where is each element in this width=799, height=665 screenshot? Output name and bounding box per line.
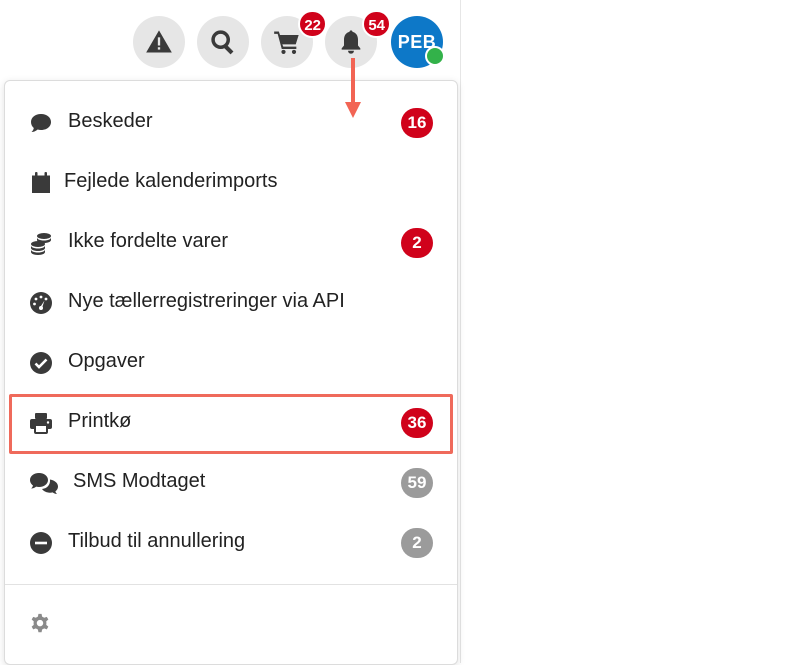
- warning-triangle-icon: [146, 30, 172, 53]
- search-icon: [211, 30, 234, 55]
- online-status-dot: [425, 46, 445, 66]
- menu-divider: [5, 584, 457, 585]
- gear-icon: [31, 613, 49, 633]
- menu-item-label: SMS Modtaget: [73, 470, 206, 492]
- menu-item-opgaver[interactable]: Opgaver: [5, 333, 457, 393]
- menu-item-label: Ikke fordelte varer: [68, 230, 229, 252]
- notifications-dropdown: Beskeder 16 Fejlede kalenderimports Ikke…: [4, 80, 458, 665]
- menu-item-label: Tilbud til annullering: [68, 530, 246, 552]
- bell-icon: [341, 30, 361, 54]
- notifications-count-badge: 54: [362, 10, 391, 38]
- menu-item-sms-modtaget[interactable]: SMS Modtaget 59: [5, 453, 457, 513]
- annotation-arrow-icon: [345, 58, 361, 118]
- gauge-icon: [29, 291, 53, 315]
- cart-count-badge: 22: [298, 10, 327, 38]
- minus-circle-icon: [29, 531, 53, 555]
- cart-icon: [274, 31, 299, 55]
- alerts-button[interactable]: [133, 16, 185, 68]
- user-avatar[interactable]: PEB: [391, 16, 445, 68]
- cart-button[interactable]: 22: [261, 10, 327, 68]
- check-circle-icon: [29, 351, 53, 375]
- count-badge: 59: [401, 468, 433, 498]
- settings-button[interactable]: [29, 613, 51, 635]
- chat-bubbles-icon: [29, 471, 59, 495]
- menu-item-label: Beskeder: [68, 110, 153, 132]
- count-badge: 2: [401, 228, 433, 258]
- menu-item-fejlede-kalenderimports[interactable]: Fejlede kalenderimports: [5, 153, 457, 213]
- speech-bubble-icon: [29, 111, 53, 135]
- menu-item-ikke-fordelte-varer[interactable]: Ikke fordelte varer 2: [5, 213, 457, 273]
- coins-stack-icon: [29, 231, 53, 255]
- menu-item-label: Fejlede kalenderimports: [64, 170, 278, 192]
- highlight-box-printkoe: [9, 394, 453, 454]
- menu-item-tilbud-til-annullering[interactable]: Tilbud til annullering 2: [5, 513, 457, 573]
- count-badge: 2: [401, 528, 433, 558]
- count-badge: 16: [401, 108, 433, 138]
- search-button[interactable]: [197, 16, 249, 68]
- menu-item-beskeder[interactable]: Beskeder 16: [5, 93, 457, 153]
- calendar-icon: [29, 171, 53, 195]
- menu-item-nye-taellerregistreringer[interactable]: Nye tællerregistreringer via API: [5, 273, 457, 333]
- menu-item-label: Opgaver: [68, 350, 145, 372]
- menu-item-label: Nye tællerregistreringer via API: [68, 290, 345, 312]
